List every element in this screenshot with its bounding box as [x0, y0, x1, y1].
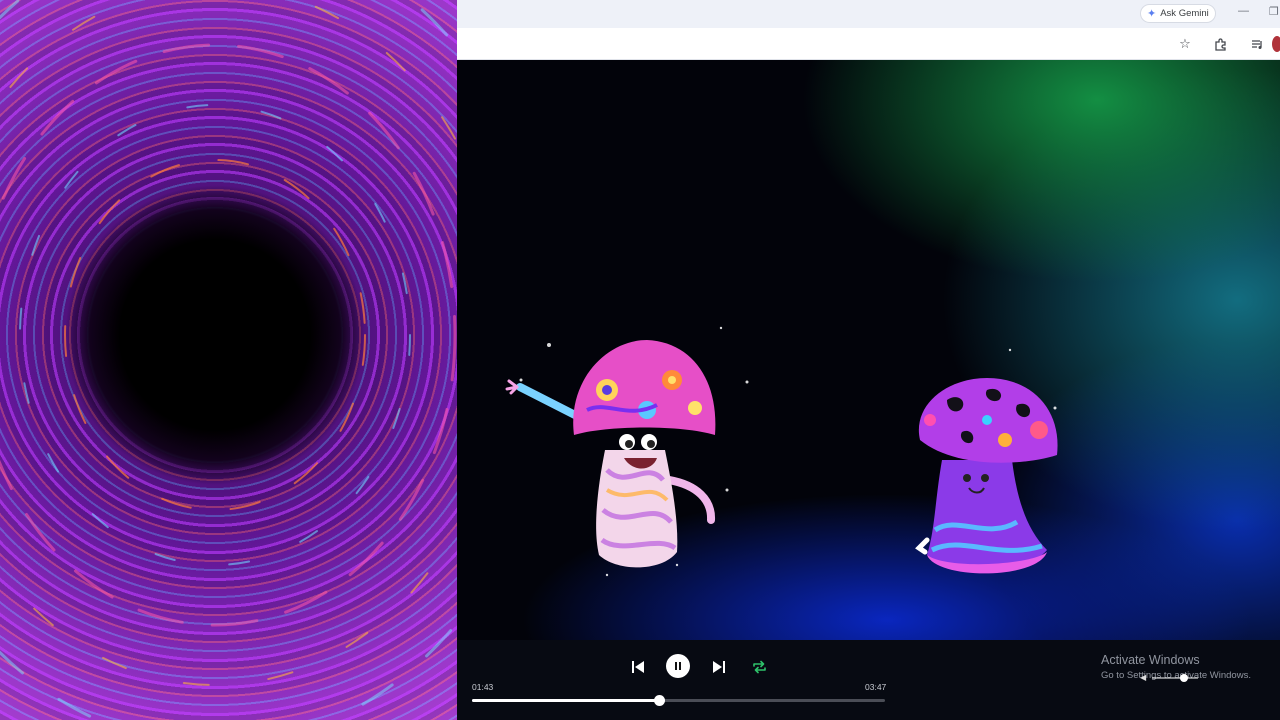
profile-icon[interactable]	[1272, 35, 1280, 53]
skip-next-icon	[713, 661, 725, 673]
ask-gemini-label: Ask Gemini	[1160, 8, 1209, 19]
current-time: 01:43	[472, 682, 494, 692]
volume-icon: ◀	[1140, 673, 1147, 682]
restore-button[interactable]: ❐	[1269, 5, 1279, 18]
pause-button[interactable]	[666, 654, 690, 678]
video-stage[interactable]	[457, 60, 1280, 640]
volume-thumb[interactable]	[1180, 674, 1189, 682]
ask-gemini-button[interactable]: ✦ Ask Gemini	[1140, 4, 1216, 23]
minimize-button[interactable]: —	[1238, 5, 1249, 17]
vortex-video-panel	[0, 0, 457, 720]
activate-windows-title: Activate Windows	[1101, 653, 1200, 667]
vortex-streaks	[0, 0, 457, 720]
volume-slider[interactable]: ◀	[1140, 673, 1200, 682]
next-track-button[interactable]	[708, 656, 730, 678]
seek-bar[interactable]	[472, 695, 885, 706]
seek-bar-thumb[interactable]	[654, 695, 666, 706]
repeat-button[interactable]	[748, 656, 770, 678]
extensions-icon[interactable]	[1211, 35, 1229, 53]
pause-icon	[675, 662, 681, 670]
browser-chrome: ✦ Ask Gemini — ❐ ☆	[457, 0, 1280, 60]
star-icon[interactable]: ☆	[1176, 35, 1194, 53]
seek-bar-progress	[472, 699, 660, 702]
volume-track	[1152, 677, 1198, 679]
skip-previous-icon	[632, 661, 644, 673]
gemini-sparkle-icon: ✦	[1147, 8, 1157, 20]
tab-strip: ✦ Ask Gemini — ❐	[457, 0, 1280, 28]
left-mushroom-character	[505, 340, 716, 568]
previous-track-button[interactable]	[627, 656, 649, 678]
mushroom-scene	[505, 326, 1058, 577]
browser-toolbar: ☆	[457, 28, 1280, 60]
media-queue-icon[interactable]	[1248, 35, 1266, 53]
total-duration: 03:47	[865, 682, 887, 692]
right-mushroom-character	[915, 378, 1058, 574]
repeat-icon	[752, 660, 766, 674]
